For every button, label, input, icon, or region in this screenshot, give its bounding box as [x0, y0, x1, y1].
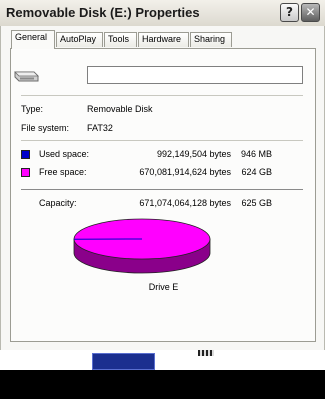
- free-space-size: 624 GB: [241, 167, 272, 177]
- drive-label-input[interactable]: [87, 66, 303, 84]
- properties-dialog: General AutoPlay Tools Hardware Sharing …: [0, 26, 325, 350]
- window-title: Removable Disk (E:) Properties: [6, 5, 200, 20]
- type-value: Removable Disk: [87, 104, 153, 114]
- screen-artifact: [198, 350, 214, 356]
- used-space-label: Used space:: [39, 149, 90, 159]
- tab-general[interactable]: General: [11, 30, 55, 49]
- drive-label: Drive E: [148, 282, 179, 292]
- capacity-size: 625 GB: [241, 198, 272, 208]
- tab-hardware[interactable]: Hardware: [138, 32, 189, 47]
- disk-usage-pie-chart: [73, 218, 211, 274]
- tab-sharing[interactable]: Sharing: [190, 32, 232, 47]
- footer-area: [0, 350, 325, 399]
- separator: [21, 189, 303, 190]
- capacity-bytes: 671,074,064,128 bytes: [139, 198, 231, 208]
- free-space-swatch: [21, 168, 30, 177]
- free-space-label: Free space:: [39, 167, 87, 177]
- capacity-label: Capacity:: [39, 198, 77, 208]
- help-button[interactable]: ?: [280, 3, 299, 22]
- general-panel: [10, 48, 316, 342]
- file-system-value: FAT32: [87, 123, 113, 133]
- taskbar-button[interactable]: [92, 353, 155, 370]
- separator: [21, 140, 303, 141]
- close-button[interactable]: ✕: [301, 3, 320, 22]
- used-space-swatch: [21, 150, 30, 159]
- tab-tools[interactable]: Tools: [104, 32, 137, 47]
- used-space-bytes: 992,149,504 bytes: [156, 149, 231, 159]
- title-bar: Removable Disk (E:) Properties ? ✕: [0, 0, 325, 26]
- file-system-label: File system:: [21, 123, 70, 133]
- removable-drive-icon: [14, 71, 39, 82]
- separator: [21, 95, 303, 96]
- free-space-bytes: 670,081,914,624 bytes: [139, 167, 231, 177]
- black-bar: [0, 370, 325, 399]
- type-label: Type:: [21, 104, 44, 114]
- used-space-size: 946 MB: [240, 149, 272, 159]
- tab-autoplay[interactable]: AutoPlay: [56, 32, 103, 47]
